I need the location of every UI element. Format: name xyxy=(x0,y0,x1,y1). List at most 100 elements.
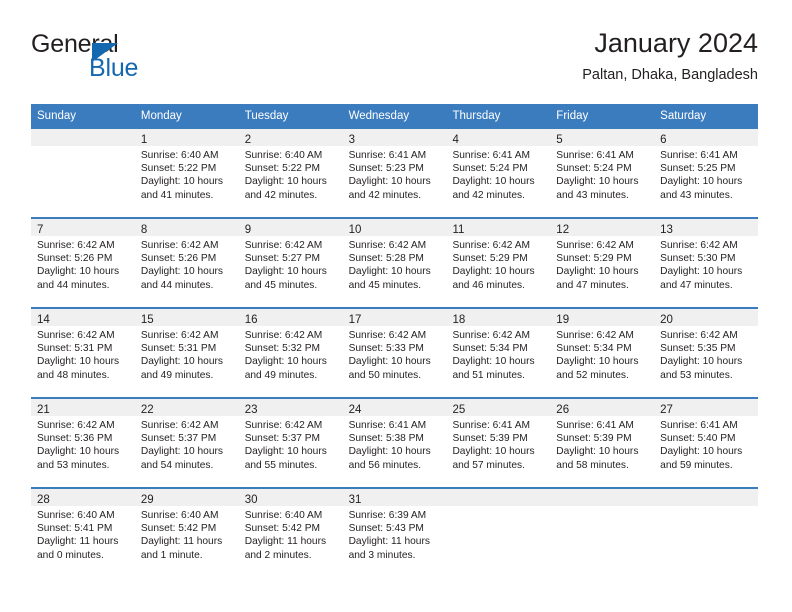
weekday-header-sunday: Sunday xyxy=(37,110,77,122)
day-details: Sunrise: 6:42 AM Sunset: 5:37 PM Daylight:… xyxy=(135,416,239,472)
sunset-text: Sunset: 5:29 PM xyxy=(556,253,632,265)
day-details: Sunrise: 6:40 AM Sunset: 5:41 PM Daylight:… xyxy=(31,506,135,562)
sunset-text: Sunset: 5:39 PM xyxy=(556,433,632,445)
sunrise-text: Sunrise: 6:41 AM xyxy=(556,420,634,431)
daylight-text: Daylight: 11 hours and 1 minute. xyxy=(140,536,223,561)
day-number-bar: 15 xyxy=(134,309,239,326)
page-subtitle: Paltan, Dhaka, Bangladesh xyxy=(582,67,758,83)
calendar-day-cell[interactable]: 24 Sunrise: 6:41 AM Sunset: 5:38 PM Dayligh… xyxy=(342,399,447,487)
day-number-bar: 21 xyxy=(31,399,135,416)
day-details: Sunrise: 6:42 AM Sunset: 5:35 PM Daylight:… xyxy=(654,326,758,382)
calendar-day-cell[interactable]: 5 Sunrise: 6:41 AM Sunset: 5:24 PM Daylight… xyxy=(550,129,655,217)
sunset-text: Sunset: 5:25 PM xyxy=(660,163,736,175)
brand-logo[interactable]: General Blue xyxy=(31,30,231,86)
daylight-text: Daylight: 10 hours and 52 minutes. xyxy=(556,356,639,381)
daylight-text: Daylight: 10 hours and 53 minutes. xyxy=(37,446,120,471)
day-number: 29 xyxy=(140,494,154,506)
day-number-bar: 2 xyxy=(238,129,343,146)
day-number: 28 xyxy=(37,494,50,506)
calendar-day-cell[interactable]: 31 Sunrise: 6:39 AM Sunset: 5:43 PM Dayligh… xyxy=(342,489,447,577)
calendar-day-cell[interactable]: 20 Sunrise: 6:42 AM Sunset: 5:35 PM Dayligh… xyxy=(654,309,759,397)
calendar-day-cell[interactable]: 30 Sunrise: 6:40 AM Sunset: 5:42 PM Dayligh… xyxy=(238,489,343,577)
day-number-bar: 6 xyxy=(654,129,759,146)
calendar-day-cell[interactable]: 18 Sunrise: 6:42 AM Sunset: 5:34 PM Dayligh… xyxy=(446,309,551,397)
calendar-grid: Sunday Monday Tuesday Wednesday Thursday Frid… xyxy=(31,104,759,577)
sunset-text: Sunset: 5:36 PM xyxy=(37,433,113,445)
sunset-text: Sunset: 5:35 PM xyxy=(660,343,736,355)
calendar-day-cell[interactable]: 15 Sunrise: 6:42 AM Sunset: 5:31 PM Dayligh… xyxy=(134,309,239,397)
calendar-day-cell[interactable]: 14 Sunrise: 6:42 AM Sunset: 5:31 PM Dayligh… xyxy=(31,309,135,397)
weekday-header-thursday: Thursday xyxy=(452,110,501,122)
day-number-bar: 10 xyxy=(342,219,447,236)
day-details: Sunrise: 6:41 AM Sunset: 5:25 PM Daylight:… xyxy=(654,146,758,202)
calendar-day-cell[interactable]: 17 Sunrise: 6:42 AM Sunset: 5:33 PM Dayligh… xyxy=(342,309,447,397)
day-number-bar xyxy=(654,489,759,506)
sunset-text: Sunset: 5:24 PM xyxy=(556,163,632,175)
sunset-text: Sunset: 5:26 PM xyxy=(37,253,113,265)
daylight-text: Daylight: 10 hours and 47 minutes. xyxy=(660,266,743,291)
daylight-text: Daylight: 10 hours and 43 minutes. xyxy=(556,176,639,201)
calendar-day-cell[interactable]: 22 Sunrise: 6:42 AM Sunset: 5:37 PM Dayligh… xyxy=(134,399,239,487)
sunset-text: Sunset: 5:22 PM xyxy=(140,163,217,175)
daylight-text: Daylight: 10 hours and 45 minutes. xyxy=(348,266,431,291)
day-details: Sunrise: 6:42 AM Sunset: 5:26 PM Daylight:… xyxy=(135,236,239,292)
calendar-day-cell[interactable]: 9 Sunrise: 6:42 AM Sunset: 5:27 PM Daylight… xyxy=(238,219,343,307)
calendar-day-cell[interactable]: 16 Sunrise: 6:42 AM Sunset: 5:32 PM Dayligh… xyxy=(238,309,343,397)
sunrise-text: Sunrise: 6:41 AM xyxy=(348,150,427,161)
calendar-day-cell[interactable]: 7 Sunrise: 6:42 AM Sunset: 5:26 PM Daylight… xyxy=(31,219,135,307)
calendar-day-cell[interactable]: 26 Sunrise: 6:41 AM Sunset: 5:39 PM Dayligh… xyxy=(550,399,655,487)
day-number: 31 xyxy=(348,494,362,506)
sunrise-text: Sunrise: 6:42 AM xyxy=(140,240,219,251)
day-number: 2 xyxy=(244,134,252,146)
calendar-day-cell[interactable]: 4 Sunrise: 6:41 AM Sunset: 5:24 PM Daylight… xyxy=(446,129,551,217)
calendar-day-cell[interactable]: 3 Sunrise: 6:41 AM Sunset: 5:23 PM Daylight… xyxy=(342,129,447,217)
sunset-text: Sunset: 5:37 PM xyxy=(244,433,321,445)
daylight-text: Daylight: 10 hours and 57 minutes. xyxy=(452,446,535,471)
sunrise-text: Sunrise: 6:42 AM xyxy=(452,240,531,251)
day-number: 26 xyxy=(556,404,570,416)
calendar-day-cell[interactable]: 11 Sunrise: 6:42 AM Sunset: 5:29 PM Dayligh… xyxy=(446,219,551,307)
day-number-bar: 8 xyxy=(134,219,239,236)
calendar-day-cell[interactable]: 21 Sunrise: 6:42 AM Sunset: 5:36 PM Dayligh… xyxy=(31,399,135,487)
calendar-day-cell[interactable]: 2 Sunrise: 6:40 AM Sunset: 5:22 PM Daylight… xyxy=(238,129,343,217)
day-number-bar xyxy=(550,489,655,506)
day-number-bar: 30 xyxy=(238,489,343,506)
sunset-text: Sunset: 5:42 PM xyxy=(140,523,217,535)
calendar-day-cell[interactable]: 23 Sunrise: 6:42 AM Sunset: 5:37 PM Dayligh… xyxy=(238,399,343,487)
calendar-day-cell[interactable]: 27 Sunrise: 6:41 AM Sunset: 5:40 PM Dayligh… xyxy=(654,399,759,487)
sunset-text: Sunset: 5:27 PM xyxy=(244,253,321,265)
calendar-day-cell[interactable]: 29 Sunrise: 6:40 AM Sunset: 5:42 PM Dayligh… xyxy=(134,489,239,577)
calendar-day-cell[interactable]: 10 Sunrise: 6:42 AM Sunset: 5:28 PM Dayligh… xyxy=(342,219,447,307)
calendar-empty-cell xyxy=(446,489,551,577)
sunset-text: Sunset: 5:43 PM xyxy=(348,523,424,535)
calendar-day-cell[interactable]: 1 Sunrise: 6:40 AM Sunset: 5:22 PM Daylight… xyxy=(134,129,239,217)
page-header: General Blue January 2024 Paltan, Dhaka,… xyxy=(31,26,758,98)
sunrise-text: Sunrise: 6:40 AM xyxy=(37,510,115,521)
calendar-day-cell[interactable]: 12 Sunrise: 6:42 AM Sunset: 5:29 PM Dayligh… xyxy=(550,219,655,307)
sunset-text: Sunset: 5:26 PM xyxy=(140,253,217,265)
day-number-bar: 22 xyxy=(134,399,239,416)
day-number: 21 xyxy=(37,404,50,416)
calendar-day-cell[interactable]: 13 Sunrise: 6:42 AM Sunset: 5:30 PM Dayligh… xyxy=(654,219,759,307)
sunset-text: Sunset: 5:34 PM xyxy=(556,343,632,355)
daylight-text: Daylight: 10 hours and 54 minutes. xyxy=(140,446,223,471)
day-number-bar: 13 xyxy=(654,219,759,236)
calendar-empty-cell xyxy=(550,489,655,577)
calendar-empty-cell xyxy=(654,489,759,577)
sunset-text: Sunset: 5:41 PM xyxy=(37,523,113,535)
day-number-bar: 4 xyxy=(446,129,551,146)
day-details: Sunrise: 6:42 AM Sunset: 5:33 PM Daylight:… xyxy=(343,326,447,382)
calendar-day-cell[interactable]: 8 Sunrise: 6:42 AM Sunset: 5:26 PM Daylight… xyxy=(134,219,239,307)
sunrise-text: Sunrise: 6:42 AM xyxy=(556,330,634,341)
day-number-bar: 5 xyxy=(550,129,655,146)
calendar-day-cell[interactable]: 25 Sunrise: 6:41 AM Sunset: 5:39 PM Dayligh… xyxy=(446,399,551,487)
day-details: Sunrise: 6:42 AM Sunset: 5:29 PM Daylight:… xyxy=(550,236,654,292)
calendar-day-cell[interactable]: 19 Sunrise: 6:42 AM Sunset: 5:34 PM Dayligh… xyxy=(550,309,655,397)
calendar-day-cell[interactable]: 6 Sunrise: 6:41 AM Sunset: 5:25 PM Daylight… xyxy=(654,129,759,217)
calendar-day-cell[interactable]: 28 Sunrise: 6:40 AM Sunset: 5:41 PM Dayligh… xyxy=(31,489,135,577)
calendar-weeks: 1 Sunrise: 6:40 AM Sunset: 5:22 PM Daylight… xyxy=(31,129,759,577)
calendar-page: General Blue January 2024 Paltan, Dhaka,… xyxy=(0,0,792,612)
daylight-text: Daylight: 10 hours and 41 minutes. xyxy=(140,176,223,201)
day-number: 27 xyxy=(660,404,673,416)
day-number-bar: 24 xyxy=(342,399,447,416)
